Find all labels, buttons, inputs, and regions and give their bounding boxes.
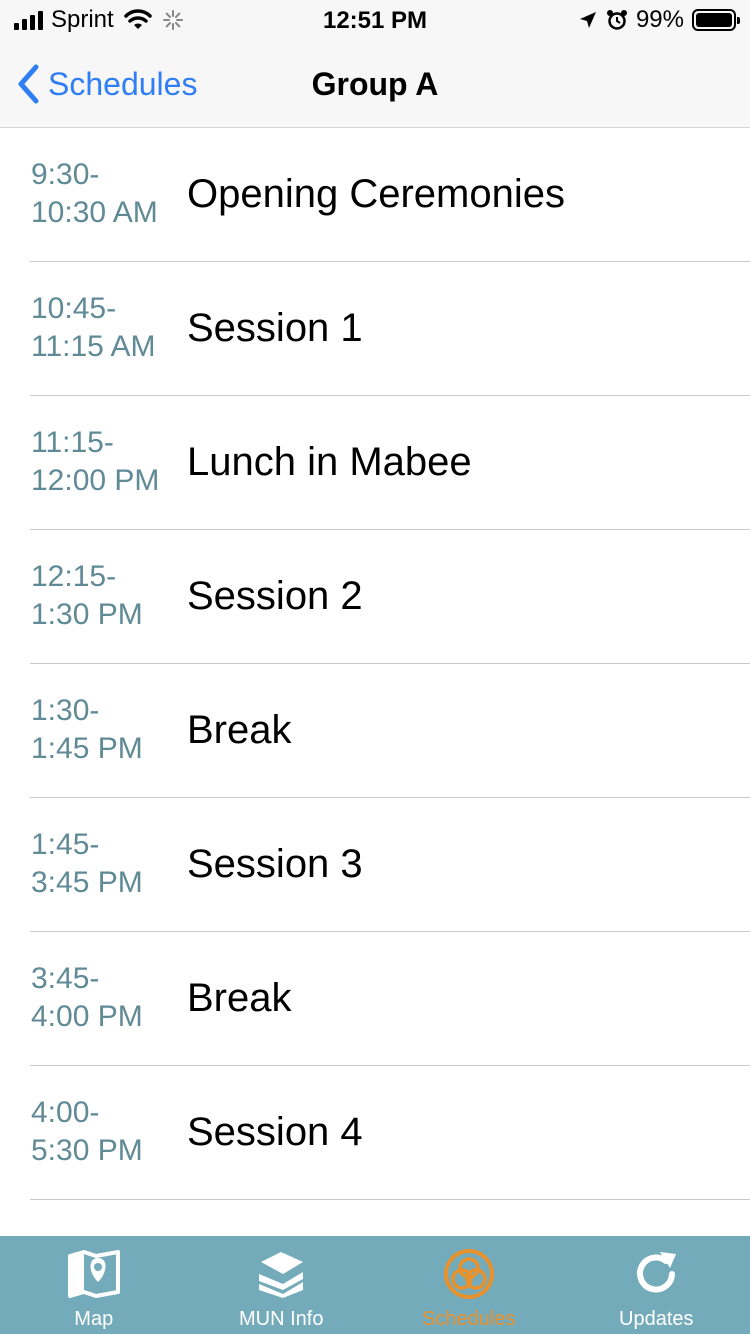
- schedule-time: 1:30- 1:45 PM: [31, 692, 181, 768]
- schedule-time-end: 1:30 PM: [31, 598, 143, 631]
- schedule-time: 9:30- 10:30 AM: [31, 156, 181, 232]
- schedules-icon: [443, 1249, 494, 1299]
- schedule-time-start: 11:15-: [31, 426, 114, 459]
- books-icon: [259, 1252, 304, 1298]
- tab-mun-info[interactable]: MUN Info: [188, 1236, 376, 1334]
- location-arrow-icon: [579, 12, 596, 28]
- schedule-time: 11:15- 12:00 PM: [31, 424, 181, 500]
- schedule-title: Session 1: [187, 306, 363, 350]
- schedule-time-end: 11:15 AM: [31, 330, 156, 363]
- schedule-time-end: 3:45 PM: [31, 866, 143, 899]
- status-bar: Sprint 12:51 PM 99%: [0, 0, 750, 40]
- tab-map-label: Map: [74, 1308, 114, 1330]
- schedule-row[interactable]: 1:45- 3:45 PM Session 3: [0, 798, 750, 932]
- refresh-icon: [637, 1252, 677, 1293]
- schedule-row[interactable]: 10:45- 11:15 AM Session 1: [0, 262, 750, 396]
- status-right: 99%: [578, 6, 740, 34]
- schedule-time-start: 1:45-: [31, 828, 100, 861]
- schedule-time-end: 1:45 PM: [31, 732, 143, 765]
- schedule-row[interactable]: 11:15- 12:00 PM Lunch in Mabee: [0, 396, 750, 530]
- schedule-title: Session 2: [187, 574, 363, 618]
- schedule-row[interactable]: 3:45- 4:00 PM Break: [0, 932, 750, 1066]
- schedule-time-end: 10:30 AM: [31, 196, 158, 229]
- schedule-time-start: 1:30-: [31, 694, 100, 727]
- battery-icon: [692, 9, 740, 31]
- tab-bar: Map MUN Info Schedules Updates: [0, 1236, 750, 1334]
- tab-schedules-label: Schedules: [422, 1308, 516, 1330]
- schedule-row[interactable]: 4:00- 5:30 PM Session 4: [0, 1066, 750, 1200]
- schedule-time: 1:45- 3:45 PM: [31, 826, 181, 902]
- schedule-row[interactable]: 1:30- 1:45 PM Break: [0, 664, 750, 798]
- schedule-title: Break: [187, 976, 292, 1020]
- alarm-clock-icon: [606, 10, 627, 30]
- schedule-list: 9:30- 10:30 AM Opening Ceremonies 10:45- 11:…: [0, 128, 750, 1200]
- schedule-time-start: 4:00-: [31, 1096, 100, 1129]
- schedule-time-start: 9:30-: [31, 158, 100, 191]
- tab-updates-label: Updates: [619, 1308, 694, 1330]
- tab-mun-info-label: MUN Info: [239, 1308, 324, 1330]
- battery-fill: [696, 13, 732, 27]
- schedule-time-start: 12:15-: [31, 560, 117, 593]
- schedule-time: 4:00- 5:30 PM: [31, 1094, 181, 1170]
- row-separator: [30, 1199, 750, 1200]
- schedule-title: Break: [187, 708, 292, 752]
- battery-percent: 99%: [635, 6, 684, 33]
- schedule-time: 12:15- 1:30 PM: [31, 558, 181, 634]
- schedule-title: Lunch in Mabee: [187, 440, 472, 484]
- schedule-time-end: 5:30 PM: [31, 1134, 143, 1167]
- schedule-time: 10:45- 11:15 AM: [31, 290, 181, 366]
- tab-schedules[interactable]: Schedules: [375, 1236, 563, 1334]
- schedule-time-end: 12:00 PM: [31, 464, 160, 497]
- tab-updates[interactable]: Updates: [563, 1236, 750, 1334]
- map-icon: [67, 1250, 120, 1298]
- tab-map[interactable]: Map: [0, 1236, 188, 1334]
- schedule-time: 3:45- 4:00 PM: [31, 960, 181, 1036]
- schedule-title: Session 4: [187, 1110, 363, 1154]
- schedule-time-start: 10:45-: [31, 292, 117, 325]
- schedule-row[interactable]: 12:15- 1:30 PM Session 2: [0, 530, 750, 664]
- schedule-time-end: 4:00 PM: [31, 1000, 143, 1033]
- schedule-title: Opening Ceremonies: [187, 172, 565, 216]
- page-title: Group A: [311, 66, 439, 102]
- navigation-bar: Schedules Group A: [0, 40, 750, 128]
- schedule-time-start: 3:45-: [31, 962, 100, 995]
- schedule-row[interactable]: 9:30- 10:30 AM Opening Ceremonies: [0, 128, 750, 262]
- schedule-title: Session 3: [187, 842, 363, 886]
